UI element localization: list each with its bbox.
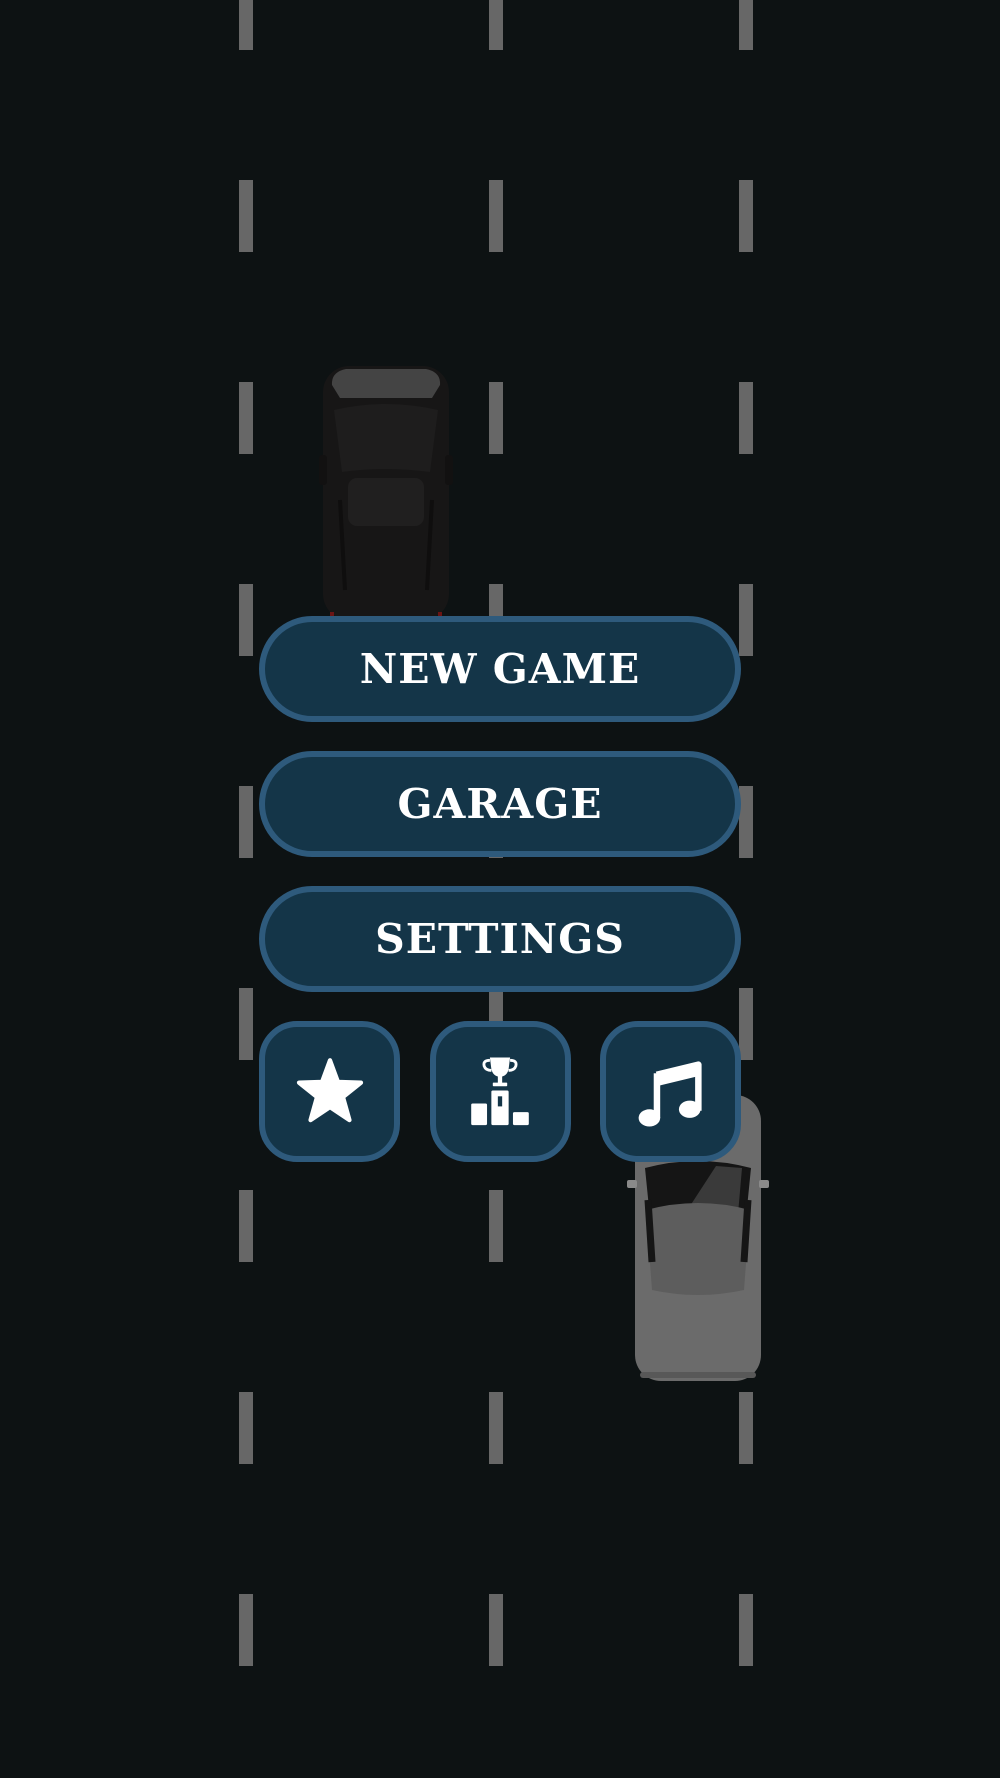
icon-button-row: [259, 1021, 741, 1162]
lane-dash: [239, 1594, 253, 1666]
settings-button[interactable]: SETTINGS: [259, 886, 741, 992]
lane-dash: [739, 1594, 753, 1666]
new-game-button[interactable]: NEW GAME: [259, 616, 741, 722]
leaderboard-button[interactable]: [429, 1021, 571, 1162]
lane-dash: [489, 0, 503, 50]
garage-button[interactable]: GARAGE: [259, 751, 741, 857]
lane-dash: [489, 1190, 503, 1262]
lane-dash: [739, 0, 753, 50]
lane-dash: [739, 180, 753, 252]
lane-dash: [489, 382, 503, 454]
lane-dash: [239, 988, 253, 1060]
music-note-icon: [638, 1060, 702, 1127]
lane-dash: [489, 1594, 503, 1666]
podium-trophy-icon: [471, 1056, 529, 1125]
music-button[interactable]: [600, 1021, 741, 1162]
lane-dash: [739, 786, 753, 858]
dark-car: [319, 366, 453, 620]
lane-dash: [739, 584, 753, 656]
lane-dash: [239, 1392, 253, 1464]
lane-dash: [739, 988, 753, 1060]
lane-dash: [239, 0, 253, 50]
lane-dash: [239, 786, 253, 858]
star-icon: [296, 1057, 363, 1122]
lane-dash: [239, 584, 253, 656]
lane-dash: [239, 1190, 253, 1262]
main-menu: NEW GAME GARAGE SETTINGS: [259, 616, 741, 1162]
lane-dash: [739, 1392, 753, 1464]
lane-dash: [739, 382, 753, 454]
lane-dash: [489, 180, 503, 252]
lane-dash: [239, 180, 253, 252]
rate-button[interactable]: [259, 1021, 400, 1162]
lane-dash: [239, 382, 253, 454]
lane-dash: [489, 1392, 503, 1464]
game-menu-scene: NEW GAME GARAGE SETTINGS: [0, 0, 1000, 1778]
